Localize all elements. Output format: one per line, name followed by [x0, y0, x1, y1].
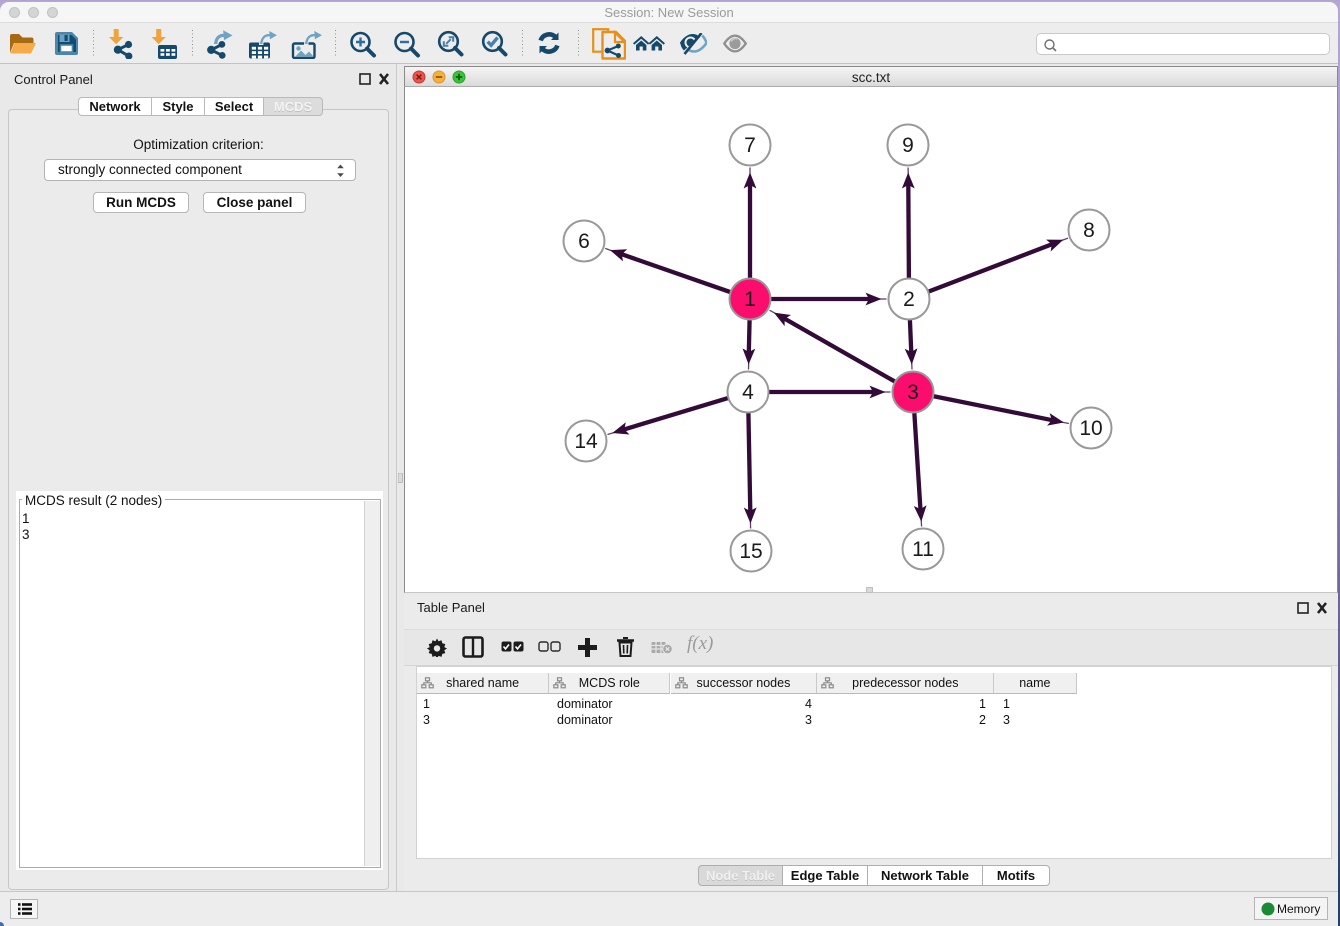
svg-text:7: 7	[744, 134, 756, 157]
svg-text:1: 1	[744, 288, 756, 311]
svg-text:3: 3	[907, 381, 919, 404]
svg-text:9: 9	[902, 134, 914, 157]
svg-text:2: 2	[903, 288, 915, 311]
svg-text:10: 10	[1079, 417, 1102, 440]
svg-text:15: 15	[739, 540, 762, 563]
svg-text:8: 8	[1083, 219, 1095, 242]
svg-text:4: 4	[742, 381, 754, 404]
svg-text:6: 6	[578, 230, 590, 253]
svg-text:11: 11	[912, 538, 934, 561]
svg-text:14: 14	[574, 430, 598, 453]
